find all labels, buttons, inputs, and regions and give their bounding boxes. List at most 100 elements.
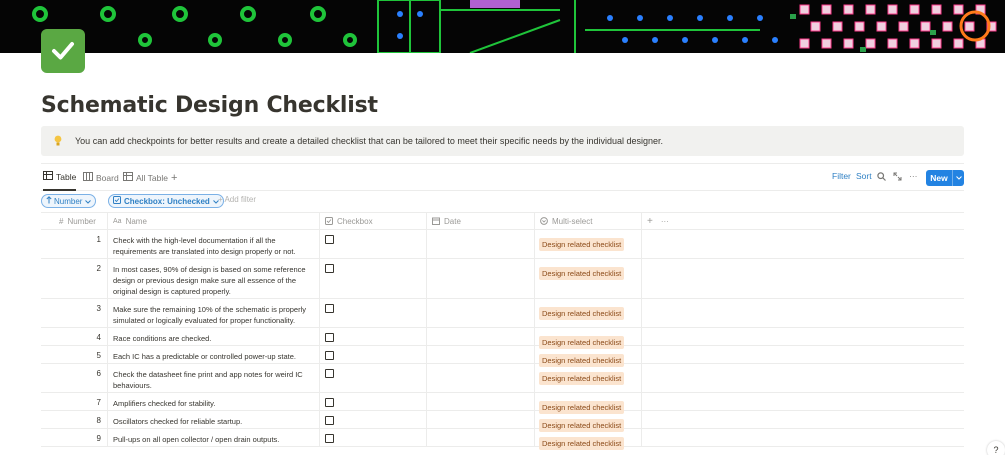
row-date[interactable] xyxy=(426,299,534,327)
table-row[interactable]: 3 Make sure the remaining 10% of the sche… xyxy=(41,299,964,328)
checkbox[interactable] xyxy=(325,235,334,244)
check-mark-icon[interactable] xyxy=(41,29,85,73)
filter-button[interactable]: Filter xyxy=(832,171,851,181)
row-date[interactable] xyxy=(426,429,534,446)
add-column-button[interactable]: + ··· xyxy=(641,213,701,230)
row-empty-cell xyxy=(641,393,964,410)
row-multi-select[interactable]: Design related checklist xyxy=(534,364,641,392)
column-label: Checkbox xyxy=(337,217,373,226)
tab-all-table[interactable]: All Table xyxy=(123,164,168,191)
add-filter-button[interactable]: + Add filter xyxy=(218,195,256,204)
row-date[interactable] xyxy=(426,328,534,345)
more-options-button[interactable]: ··· xyxy=(909,171,918,181)
checkbox[interactable] xyxy=(325,333,334,342)
row-empty-cell xyxy=(641,364,964,392)
tab-table[interactable]: Table xyxy=(43,164,77,191)
more-icon[interactable]: ··· xyxy=(661,217,669,226)
table-header: # Number Aa Name Checkbox Date Multi-sel… xyxy=(41,212,964,230)
calendar-icon xyxy=(432,217,440,227)
row-checkbox-cell xyxy=(319,259,426,298)
row-multi-select[interactable]: Design related checklist xyxy=(534,411,641,432)
row-number: 6 xyxy=(96,369,101,378)
cover-image xyxy=(0,0,1005,53)
column-header-number[interactable]: # Number xyxy=(41,213,107,230)
chevron-down-icon[interactable] xyxy=(953,170,964,186)
database-table: # Number Aa Name Checkbox Date Multi-sel… xyxy=(41,212,964,450)
row-multi-select[interactable]: Design related checklist xyxy=(534,230,641,258)
checkbox-filter-pill[interactable]: Checkbox: Unchecked xyxy=(108,194,224,208)
database-views-bar: Table Board All Table + Filter Sort ··· … xyxy=(41,163,964,191)
checkbox[interactable] xyxy=(325,369,334,378)
tag-pill: Design related checklist xyxy=(539,372,625,385)
table-row[interactable]: 8 Oscillators checked for reliable startu… xyxy=(41,411,964,432)
row-name[interactable]: Amplifiers checked for stability. xyxy=(107,393,319,410)
row-name[interactable]: Oscillators checked for reliable startup… xyxy=(107,411,319,428)
column-header-date[interactable]: Date xyxy=(426,213,534,230)
row-number: 5 xyxy=(96,351,101,360)
table-row[interactable]: 6 Check the datasheet fine print and app … xyxy=(41,364,964,393)
tab-label: Table xyxy=(56,171,77,182)
checkbox[interactable] xyxy=(325,264,334,273)
row-multi-select[interactable]: Design related checklist xyxy=(534,299,641,327)
row-name[interactable]: Each IC has a predictable or controlled … xyxy=(107,346,319,363)
row-date[interactable] xyxy=(426,364,534,392)
row-date[interactable] xyxy=(426,411,534,428)
column-header-checkbox[interactable]: Checkbox xyxy=(319,213,426,230)
row-empty-cell xyxy=(641,328,964,345)
table-row[interactable]: 9 Pull-ups on all open collector / open d… xyxy=(41,429,964,450)
help-button[interactable]: ? xyxy=(987,441,1005,455)
table-row[interactable]: 1 Check with the high-level documentation… xyxy=(41,230,964,259)
row-checkbox-cell xyxy=(319,364,426,392)
row-name[interactable]: Race conditions are checked. xyxy=(107,328,319,345)
table-row[interactable]: 7 Amplifiers checked for stability. Design… xyxy=(41,393,964,414)
row-checkbox-cell xyxy=(319,230,426,258)
sort-button[interactable]: Sort xyxy=(856,171,872,181)
row-date[interactable] xyxy=(426,346,534,363)
row-name[interactable]: Check the datasheet fine print and app n… xyxy=(107,364,319,392)
row-date[interactable] xyxy=(426,393,534,410)
search-icon[interactable] xyxy=(877,172,886,183)
row-name[interactable]: Check with the high-level documentation … xyxy=(107,230,319,258)
row-multi-select[interactable]: Design related checklist xyxy=(534,328,641,349)
new-button[interactable]: New xyxy=(926,170,964,186)
row-name[interactable]: Make sure the remaining 10% of the schem… xyxy=(107,299,319,327)
row-number: 1 xyxy=(96,235,101,244)
table-row[interactable]: 4 Race conditions are checked. Design rela… xyxy=(41,328,964,349)
row-checkbox-cell xyxy=(319,299,426,327)
column-label: Name xyxy=(125,217,147,226)
table-row[interactable]: 5 Each IC has a predictable or controlled… xyxy=(41,346,964,367)
checkbox[interactable] xyxy=(325,416,334,425)
tag-pill: Design related checklist xyxy=(539,267,625,280)
column-header-multi-select[interactable]: Multi-select xyxy=(534,213,641,230)
tag-pill: Design related checklist xyxy=(539,437,625,450)
tag-pill: Design related checklist xyxy=(539,238,625,251)
row-multi-select[interactable]: Design related checklist xyxy=(534,259,641,298)
add-view-button[interactable]: + xyxy=(171,164,177,191)
table-row[interactable]: 2 In most cases, 90% of design is based o… xyxy=(41,259,964,299)
tab-board[interactable]: Board xyxy=(83,164,119,191)
checkbox-icon xyxy=(325,216,333,227)
lightbulb-icon xyxy=(51,135,65,147)
checkbox[interactable] xyxy=(325,398,334,407)
row-empty-cell xyxy=(641,299,964,327)
row-multi-select[interactable]: Design related checklist xyxy=(534,429,641,450)
add-filter-label: Add filter xyxy=(224,195,257,204)
row-number: 4 xyxy=(96,333,101,342)
checkbox[interactable] xyxy=(325,304,334,313)
row-name[interactable]: Pull-ups on all open collector / open dr… xyxy=(107,429,319,446)
expand-icon[interactable] xyxy=(893,172,902,183)
sort-pill[interactable]: Number xyxy=(41,194,97,208)
row-checkbox-cell xyxy=(319,393,426,410)
checkbox[interactable] xyxy=(325,351,334,360)
row-date[interactable] xyxy=(426,230,534,258)
row-number: 7 xyxy=(96,398,101,407)
row-multi-select[interactable]: Design related checklist xyxy=(534,393,641,414)
row-multi-select[interactable]: Design related checklist xyxy=(534,346,641,367)
row-name[interactable]: In most cases, 90% of design is based on… xyxy=(107,259,319,298)
checkbox[interactable] xyxy=(325,434,334,443)
column-header-name[interactable]: Aa Name xyxy=(107,213,319,230)
row-number: 2 xyxy=(96,264,101,273)
row-checkbox-cell xyxy=(319,328,426,345)
row-date[interactable] xyxy=(426,259,534,298)
table-icon xyxy=(43,171,56,182)
